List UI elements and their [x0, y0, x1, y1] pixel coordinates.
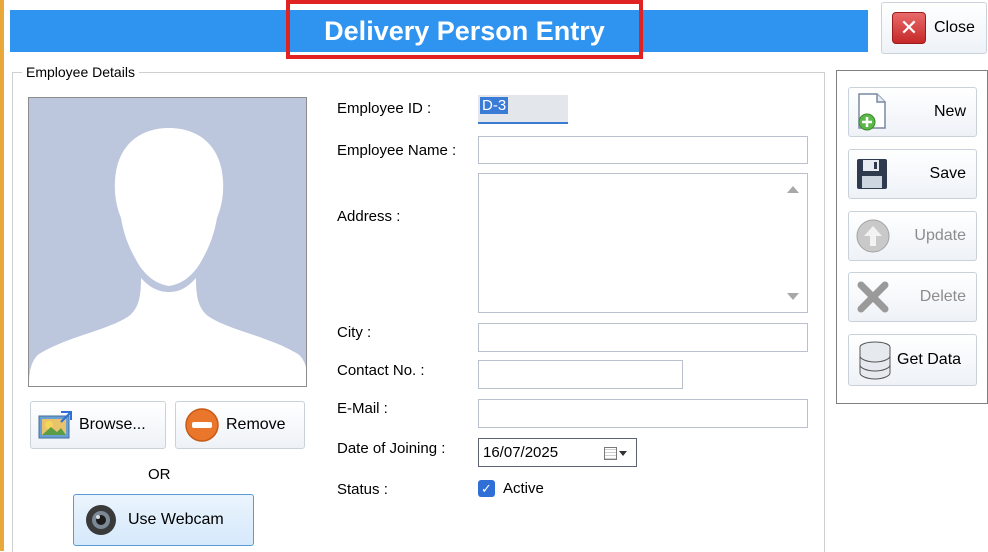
scroll-down-arrow-icon[interactable] [787, 293, 799, 300]
contact-no-input[interactable] [478, 360, 683, 389]
delete-x-icon [857, 281, 889, 313]
image-folder-icon [38, 411, 72, 439]
delete-button-label: Delete [919, 288, 966, 305]
up-arrow-icon [856, 219, 890, 253]
checkmark-icon[interactable]: ✓ [478, 480, 495, 497]
get-data-button-label: Get Data [897, 351, 962, 368]
new-button[interactable]: New [848, 87, 977, 137]
contact-no-label: Contact No. : [337, 362, 425, 379]
address-textarea[interactable] [478, 173, 808, 313]
date-of-joining-label: Date of Joining : [337, 440, 446, 457]
email-input[interactable] [478, 399, 808, 428]
save-button-label: Save [929, 165, 966, 182]
browse-button-label: Browse... [79, 416, 146, 433]
remove-button[interactable]: Remove [175, 401, 305, 449]
browse-button[interactable]: Browse... [30, 401, 166, 449]
close-button[interactable]: ✕ Close [881, 2, 987, 54]
new-document-icon [858, 93, 886, 131]
use-webcam-button[interactable]: Use Webcam [73, 494, 254, 546]
scroll-up-arrow-icon[interactable] [787, 186, 799, 193]
floppy-disk-icon [857, 159, 887, 189]
city-input[interactable] [478, 323, 808, 352]
date-of-joining-picker[interactable]: 16/07/2025 [478, 438, 637, 467]
new-button-label: New [933, 103, 966, 120]
get-data-button[interactable]: Get Data [848, 334, 977, 386]
or-label: OR [148, 466, 171, 483]
delete-button[interactable]: Delete [848, 272, 977, 322]
webcam-icon [86, 505, 116, 535]
left-accent-strip [0, 0, 4, 551]
employee-photo [28, 97, 307, 387]
employee-id-value: D-3 [480, 97, 509, 114]
employee-name-input[interactable] [478, 136, 808, 164]
save-button[interactable]: Save [848, 149, 977, 199]
address-label: Address : [337, 208, 401, 225]
use-webcam-button-label: Use Webcam [128, 511, 224, 528]
active-checkbox-label: Active [503, 480, 544, 497]
active-checkbox-row[interactable]: ✓ Active [478, 480, 544, 497]
calendar-dropdown-icon[interactable] [604, 446, 628, 460]
employee-name-label: Employee Name : [337, 142, 457, 159]
employee-id-field[interactable]: D-3 [478, 95, 568, 124]
city-label: City : [337, 324, 372, 341]
remove-button-label: Remove [226, 416, 286, 433]
status-label: Status : [337, 481, 388, 498]
employee-id-label: Employee ID : [337, 100, 432, 117]
avatar-placeholder-icon [29, 98, 306, 386]
date-of-joining-value: 16/07/2025 [483, 444, 559, 461]
employee-details-group-label: Employee Details [22, 64, 139, 80]
close-button-label: Close [934, 19, 975, 36]
update-button[interactable]: Update [848, 211, 977, 261]
update-button-label: Update [914, 227, 966, 244]
close-icon: ✕ [892, 12, 926, 44]
title-highlight-box [286, 0, 643, 59]
email-label: E-Mail : [337, 400, 388, 417]
database-icon [859, 341, 891, 380]
remove-icon [185, 408, 219, 442]
